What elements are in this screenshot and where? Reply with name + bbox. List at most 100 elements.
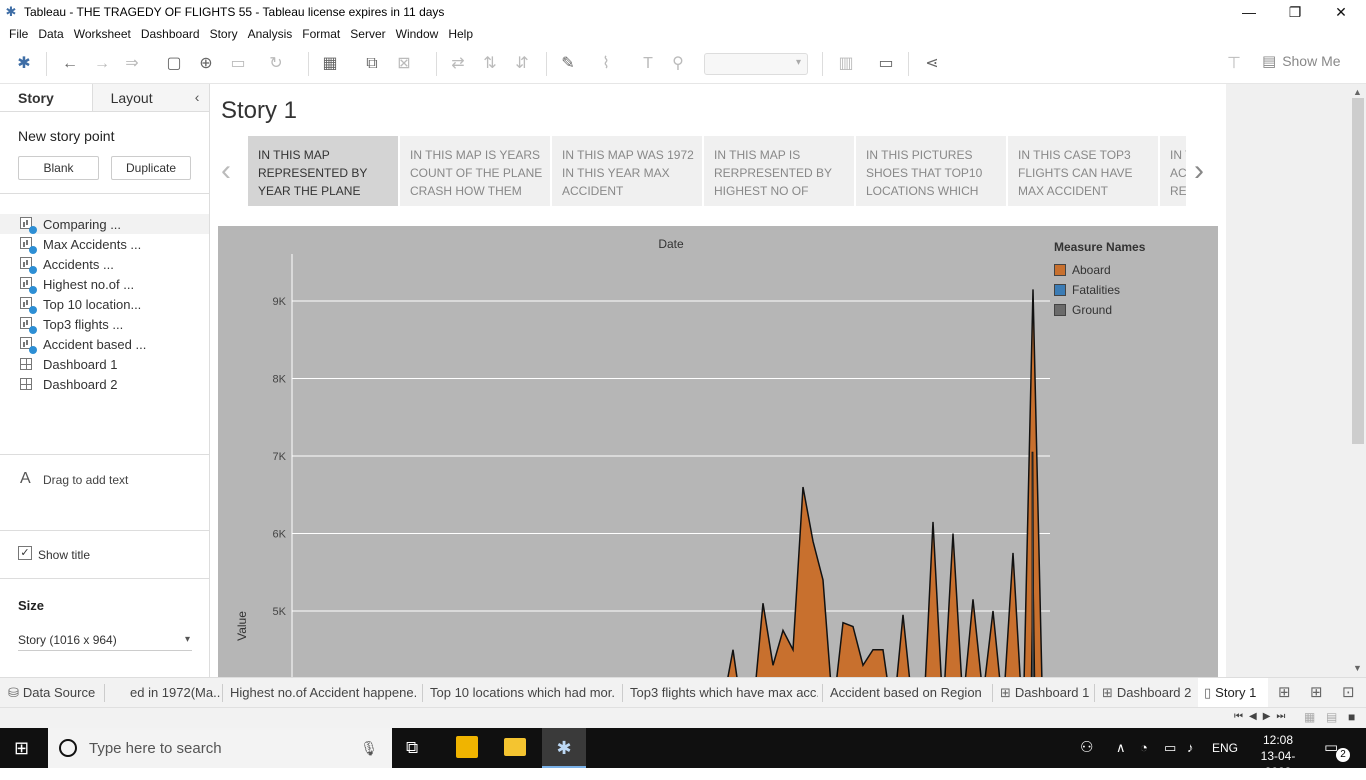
area-chart[interactable]: Date Value 9K 8K 7K 6K 5K Measure Names Aboa…	[218, 226, 1218, 677]
blank-button[interactable]: Blank	[18, 156, 99, 180]
save-icon[interactable]: ▢	[162, 52, 186, 76]
sort-ascending-icon[interactable]: ⇅	[478, 52, 502, 76]
tableau-taskbar-icon[interactable]: ✱	[542, 728, 586, 768]
filmstrip-view-icon[interactable]: ▦	[1304, 710, 1315, 724]
story-point-4[interactable]: IN THIS MAP IS RERPRESENTED BY HIGHEST N…	[704, 136, 854, 206]
menu-server[interactable]: Server	[350, 27, 385, 41]
highlight-icon[interactable]: ✎	[556, 52, 580, 76]
tray-chevron-icon[interactable]: ∧	[1116, 728, 1126, 768]
clock[interactable]: 12:08 13-04-2023	[1250, 732, 1306, 780]
sheet-tab-story-1[interactable]: ▯ Story 1	[1198, 678, 1268, 708]
volume-icon[interactable]: ♪	[1187, 728, 1194, 768]
sheet-tab-highest[interactable]: Highest no.of Accident happene...	[230, 678, 416, 708]
new-worksheet-icon[interactable]: ▦	[318, 52, 342, 76]
story-point-2[interactable]: IN THIS MAP IS YEARS COUNT OF THE PLANE …	[400, 136, 550, 206]
story-point-5[interactable]: IN THIS PICTURES SHOES THAT TOP10 LOCATI…	[856, 136, 1006, 206]
close-button[interactable]: ✕	[1318, 0, 1364, 24]
legend-item-fatalities[interactable]: Fatalities	[1054, 280, 1145, 300]
sheet-navigation-icons[interactable]: ⏮◀▶⏭	[1234, 711, 1291, 722]
sheet-item-dashboard-1[interactable]: Dashboard 1	[0, 354, 209, 374]
data-source-tab[interactable]: ⛁ Data Source	[8, 678, 95, 708]
menu-help[interactable]: Help	[448, 27, 473, 41]
task-view-icon[interactable]: ⧉	[406, 738, 418, 758]
legend[interactable]: Measure Names Aboard Fatalities Ground	[1054, 240, 1145, 320]
menu-analysis[interactable]: Analysis	[248, 27, 293, 41]
sheet-tab-dashboard-2[interactable]: ⊞ Dashboard 2	[1102, 678, 1191, 708]
sheet-sorter-icon[interactable]: ▤	[1326, 710, 1337, 724]
menu-file[interactable]: File	[9, 27, 28, 41]
replay-icon[interactable]: ⇒	[120, 52, 144, 76]
sheet-item-highest[interactable]: Highest no.of ...	[0, 274, 209, 294]
sheet-item-comparing[interactable]: Comparing ...	[0, 214, 209, 234]
sort-descending-icon[interactable]: ⇵	[510, 52, 534, 76]
refresh-icon[interactable]: ↻	[264, 52, 288, 76]
menu-format[interactable]: Format	[302, 27, 340, 41]
vertical-scrollbar[interactable]: ▲ ▼	[1350, 84, 1366, 677]
undo-icon[interactable]: ←	[58, 52, 82, 76]
menu-window[interactable]: Window	[396, 27, 439, 41]
file-explorer-icon[interactable]	[504, 738, 526, 756]
swap-icon[interactable]: ⇄	[446, 52, 470, 76]
microphone-icon[interactable]: 🎙	[360, 740, 378, 757]
show-cards-icon[interactable]: ▥	[834, 52, 858, 76]
tab-story[interactable]: Story	[0, 84, 93, 111]
legend-item-ground[interactable]: Ground	[1054, 300, 1145, 320]
language-indicator[interactable]: ENG	[1212, 728, 1238, 768]
new-worksheet-tab-icon[interactable]: ⊞	[1278, 678, 1291, 708]
pin-icon[interactable]: ⚲	[666, 52, 690, 76]
windows-start-icon[interactable]: ⊞	[14, 738, 29, 759]
sheet-tab-top3[interactable]: Top3 flights which have max acc...	[630, 678, 818, 708]
sheet-item-dashboard-2[interactable]: Dashboard 2	[0, 374, 209, 394]
clear-sheet-icon[interactable]: ⊠	[392, 52, 416, 76]
duplicate-button[interactable]: Duplicate	[111, 156, 191, 180]
minimize-button[interactable]: —	[1226, 0, 1272, 24]
tab-layout[interactable]: Layout	[92, 84, 186, 111]
story-point-1[interactable]: IN THIS MAP REPRESENTED BY YEAR THE PLAN…	[248, 136, 398, 206]
story-point-7[interactable]: IN T ACC REG	[1160, 136, 1186, 206]
network-icon[interactable]: ◔	[1140, 728, 1148, 768]
sheet-tab-1972[interactable]: ed in 1972(Ma...	[130, 678, 220, 708]
menu-dashboard[interactable]: Dashboard	[141, 27, 200, 41]
redo-icon[interactable]: →	[90, 52, 114, 76]
format-painter-icon[interactable]: ⊤	[1222, 52, 1246, 76]
prev-story-point-icon[interactable]: ‹	[221, 154, 231, 188]
scroll-thumb[interactable]	[1352, 98, 1364, 444]
text-object-icon[interactable]: A	[20, 470, 31, 488]
group-icon[interactable]: ⌇	[594, 52, 618, 76]
story-point-3[interactable]: IN THIS MAP WAS 1972 IN THIS YEAR MAX AC…	[552, 136, 702, 206]
sheet-item-max-accidents[interactable]: Max Accidents ...	[0, 234, 209, 254]
sheet-item-accidents[interactable]: Accidents ...	[0, 254, 209, 274]
fit-dropdown[interactable]	[704, 53, 808, 75]
new-story-tab-icon[interactable]: ⊡	[1342, 678, 1355, 708]
scroll-down-icon[interactable]: ▼	[1353, 663, 1362, 673]
label-icon[interactable]: T	[636, 52, 660, 76]
restore-button[interactable]: ❐	[1272, 0, 1318, 24]
series-aboard-area[interactable]	[723, 289, 1043, 677]
battery-icon[interactable]: ▭	[1164, 728, 1176, 768]
new-data-source-icon[interactable]: ⊕	[194, 52, 218, 76]
share-icon[interactable]: ⋖	[920, 52, 944, 76]
tabs-view-icon[interactable]: ■	[1348, 710, 1355, 724]
sheet-item-accident-based[interactable]: Accident based ...	[0, 334, 209, 354]
menu-data[interactable]: Data	[38, 27, 63, 41]
drag-to-add-text[interactable]: Drag to add text	[43, 473, 128, 487]
people-icon[interactable]: ⚇	[1080, 728, 1093, 768]
presentation-icon[interactable]: ▭	[874, 52, 898, 76]
collapse-sidebar-icon[interactable]: ‹	[185, 84, 209, 111]
story-point-6[interactable]: IN THIS CASE TOP3 FLIGHTS CAN HAVE MAX A…	[1008, 136, 1158, 206]
show-title-checkbox[interactable]: ✓	[18, 546, 32, 560]
menu-worksheet[interactable]: Worksheet	[74, 27, 131, 41]
new-dashboard-tab-icon[interactable]: ⊞	[1310, 678, 1323, 708]
next-story-point-icon[interactable]: ›	[1194, 154, 1204, 188]
pause-updates-icon[interactable]: ▭	[226, 52, 250, 76]
duplicate-sheet-icon[interactable]: ⧉	[360, 52, 384, 76]
sheet-tab-top10[interactable]: Top 10 locations which had mor...	[430, 678, 616, 708]
menu-story[interactable]: Story	[210, 27, 238, 41]
sheet-tab-dashboard-1[interactable]: ⊞ Dashboard 1	[1000, 678, 1089, 708]
scroll-up-icon[interactable]: ▲	[1353, 87, 1362, 97]
sheet-item-top3[interactable]: Top3 flights ...	[0, 314, 209, 334]
sheet-tab-regions[interactable]: Accident based on Regions	[830, 678, 982, 708]
legend-item-aboard[interactable]: Aboard	[1054, 260, 1145, 280]
store-icon[interactable]	[456, 736, 478, 758]
size-dropdown[interactable]: Story (1016 x 964)	[18, 629, 192, 651]
